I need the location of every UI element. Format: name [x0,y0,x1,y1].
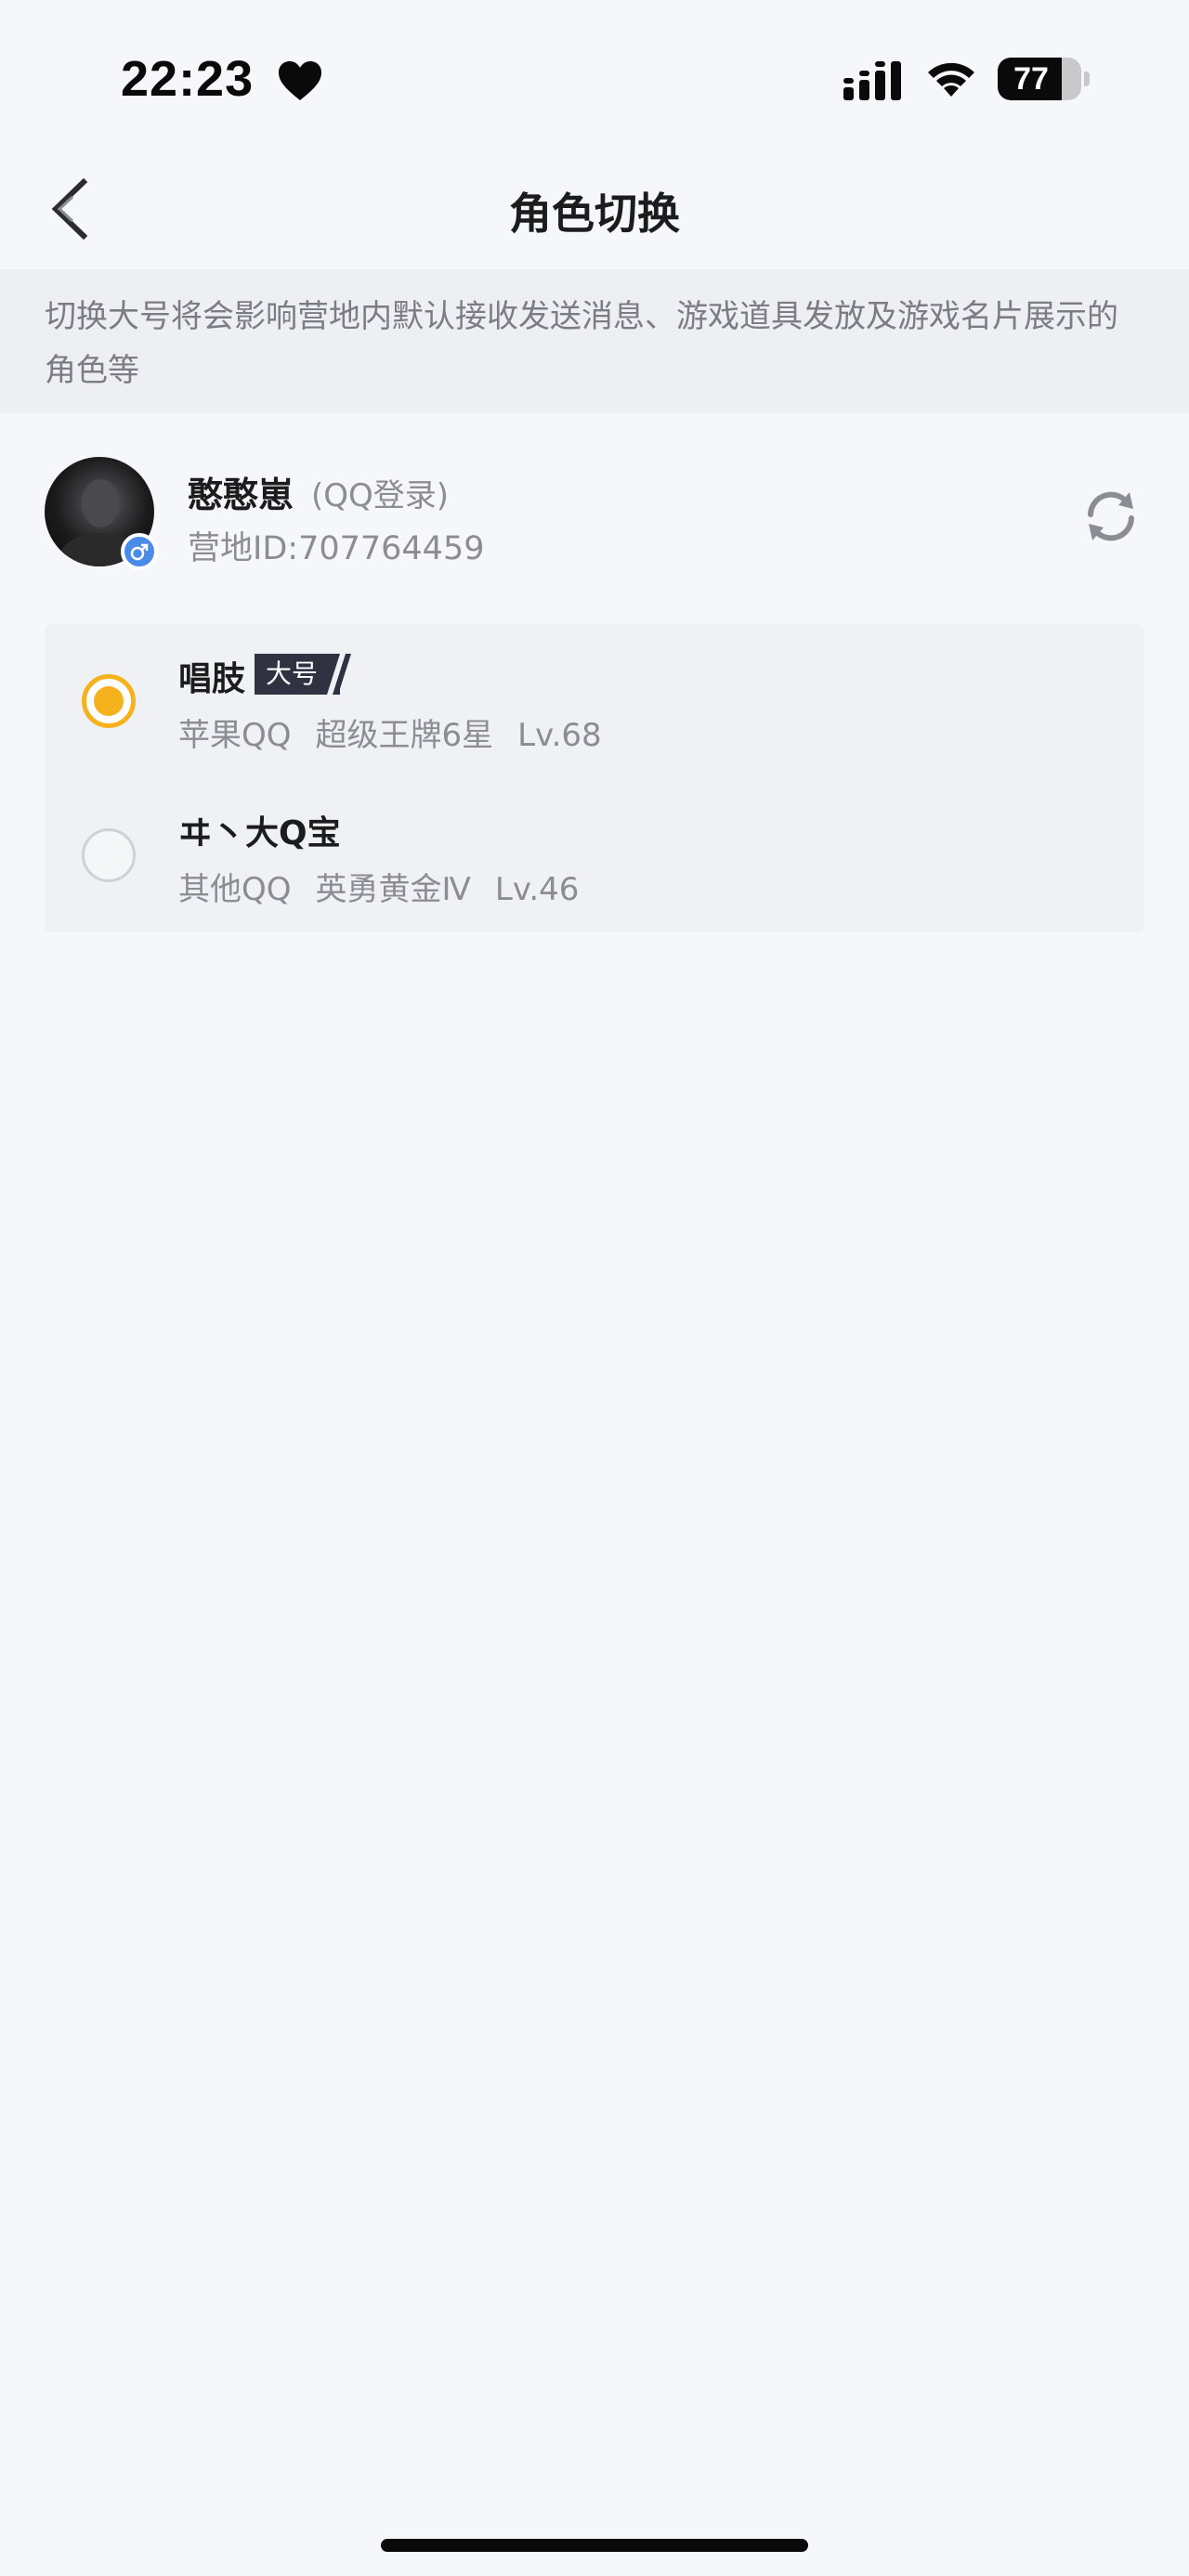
page-title: 角色切换 [509,189,680,239]
role-level: Lv.68 [517,717,602,754]
wifi-icon [928,62,974,97]
role-meta: 苹果QQ 超级王牌6星 Lv.68 [178,709,626,755]
role-platform: 苹果QQ [178,717,292,754]
home-indicator[interactable] [381,2539,808,2552]
status-time: 22:23 [121,51,255,107]
role-list: 唱肢 大号 苹果QQ 超级王牌6星 Lv.68 ヰ丶大Q宝 其他QQ 英勇黄金Ⅳ Lv.… [45,624,1144,932]
notice-banner: 切换大号将会影响营地内默认接收发送消息、游戏道具发放及游戏名片展示的角色等 [0,269,1189,413]
camp-id: 营地ID:707764459 [188,530,485,567]
role-rank: 超级王牌6星 [315,717,494,754]
account-card: 憨憨崽 (QQ登录) 营地ID:707764459 [0,436,1189,594]
refresh-icon [1088,491,1134,541]
role-platform: 其他QQ [178,871,292,908]
status-bar: 22:23 77 [0,0,1189,149]
role-name: ヰ丶大Q宝 [178,814,341,852]
role-meta: 其他QQ 英勇黄金Ⅳ Lv.46 [178,864,603,909]
male-icon [121,533,158,570]
role-rank: 英勇黄金Ⅳ [315,871,471,908]
refresh-button[interactable] [1076,481,1146,552]
battery-level: 77 [1013,61,1049,97]
role-name: 唱肢 [178,660,246,698]
login-type: (QQ登录) [311,477,450,514]
radio-selected[interactable] [82,674,136,728]
heart-icon [279,61,321,100]
role-switch-screen: 22:23 77 角色切换 切换大号将会影响营地内默认接收发送消息、游戏道具发放… [0,0,1189,2576]
nav-bar: 角色切换 [0,149,1189,269]
role-level: Lv.46 [494,871,580,908]
battery-icon: 77 [998,58,1091,102]
main-account-tag: 大号 [255,654,351,695]
role-item[interactable]: 唱肢 大号 苹果QQ 超级王牌6星 Lv.68 [45,624,1144,778]
cellular-signal-icon [843,61,901,100]
role-item[interactable]: ヰ丶大Q宝 其他QQ 英勇黄金Ⅳ Lv.46 [45,778,1144,932]
account-name: 憨憨崽 [188,475,294,515]
radio-unselected[interactable] [82,828,136,882]
